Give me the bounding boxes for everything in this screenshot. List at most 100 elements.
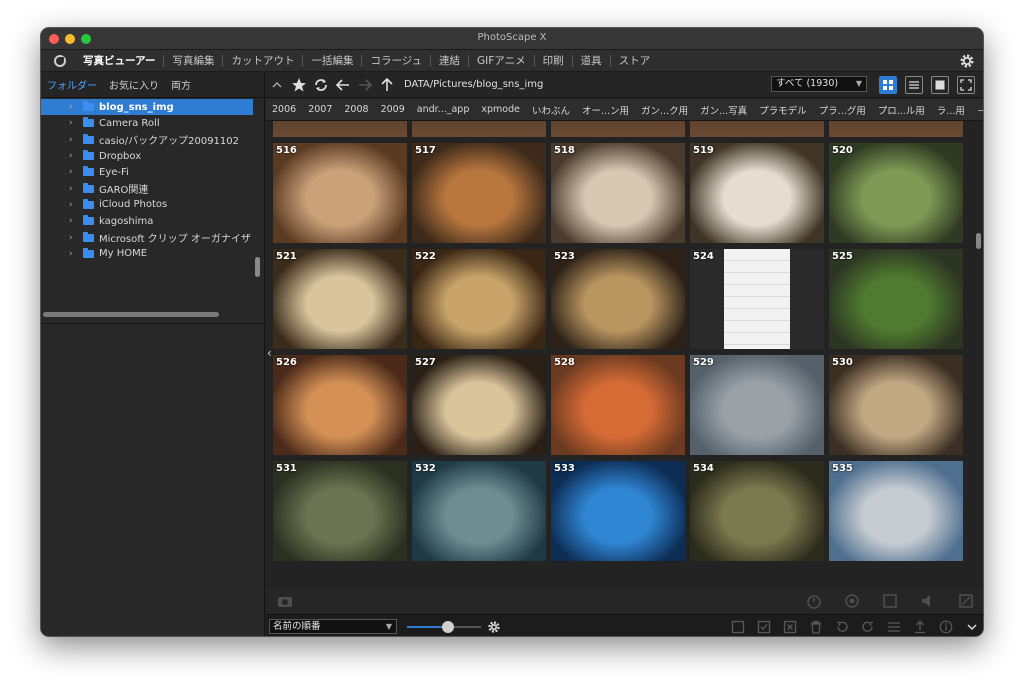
folder-tree-item[interactable]: › kagoshima: [41, 213, 265, 229]
subfolder-tab[interactable]: andr..._app: [411, 104, 476, 115]
forward-arrow-icon[interactable]: [354, 75, 376, 95]
thumbnail[interactable]: 522: [412, 249, 546, 349]
folder-tree-item[interactable]: › GARO関連: [41, 180, 265, 196]
grid-vertical-scrollbar[interactable]: [976, 233, 981, 249]
file-filter-dropdown[interactable]: すべて (1930) ▼: [771, 76, 867, 92]
thumbnail[interactable]: 524: [690, 249, 824, 349]
thumbnail[interactable]: 519: [690, 143, 824, 243]
collapse-sidebar-chevron-icon[interactable]: ‹: [267, 346, 272, 360]
thumbnail[interactable]: 530: [829, 355, 963, 455]
chevron-right-icon[interactable]: ›: [69, 102, 79, 112]
folder-tree-item[interactable]: › My HOME: [41, 246, 265, 262]
thumbnail[interactable]: 521: [273, 249, 407, 349]
subfolder-tab[interactable]: 2006: [266, 104, 302, 115]
subfolder-tab[interactable]: －: [971, 103, 983, 117]
camera-icon[interactable]: [276, 592, 294, 610]
sidebar-tab[interactable]: フォルダー: [41, 77, 103, 92]
thumbnail-partial[interactable]: [551, 121, 685, 137]
thumbnail[interactable]: 531: [273, 461, 407, 561]
menu-item[interactable]: GIFアニメ: [468, 54, 534, 67]
app-logo-icon[interactable]: [51, 52, 69, 70]
folder-tree-item[interactable]: › Eye-Fi: [41, 164, 265, 180]
subfolder-tab[interactable]: 2008: [338, 104, 374, 115]
subfolder-tab[interactable]: プロ...ル用: [872, 103, 931, 117]
rotate-left-icon[interactable]: [834, 619, 850, 635]
thumbnail-size-slider[interactable]: [407, 620, 481, 633]
folder-tree-item[interactable]: › iCloud Photos: [41, 197, 265, 213]
deselect-icon[interactable]: [782, 619, 798, 635]
favorite-star-icon[interactable]: [288, 75, 310, 95]
thumbnail[interactable]: 533: [551, 461, 685, 561]
chevron-right-icon[interactable]: ›: [69, 151, 79, 161]
chevron-right-icon[interactable]: ›: [69, 167, 79, 177]
thumbnail-partial[interactable]: [829, 121, 963, 137]
subfolder-tab[interactable]: プラモデル: [753, 103, 813, 117]
speaker-icon[interactable]: [919, 592, 937, 610]
menu-item[interactable]: 一括編集: [302, 54, 361, 67]
chevron-up-icon[interactable]: [266, 75, 288, 95]
thumbnail-settings-gear-icon[interactable]: [486, 619, 502, 635]
rotate-right-icon[interactable]: [860, 619, 876, 635]
back-arrow-icon[interactable]: [332, 75, 354, 95]
select-none-icon[interactable]: [730, 619, 746, 635]
subfolder-tab[interactable]: オー...ン用: [576, 103, 635, 117]
menu-item[interactable]: 道具: [571, 54, 610, 67]
image-frame-icon[interactable]: [881, 592, 899, 610]
refresh-icon[interactable]: [310, 75, 332, 95]
thumbnail[interactable]: 526: [273, 355, 407, 455]
folder-tree-item[interactable]: › casio/バックアップ20091102: [41, 132, 265, 148]
adjust-sliders-icon[interactable]: [886, 619, 902, 635]
thumbnail[interactable]: 520: [829, 143, 963, 243]
chevron-right-icon[interactable]: ›: [69, 184, 79, 194]
folder-tree-vertical-scrollbar[interactable]: [255, 257, 260, 277]
subfolder-tab[interactable]: 2007: [302, 104, 338, 115]
chevron-right-icon[interactable]: ›: [69, 200, 79, 210]
subfolder-tab[interactable]: いわぶん: [526, 103, 576, 117]
select-all-icon[interactable]: [756, 619, 772, 635]
subfolder-tab[interactable]: 2009: [375, 104, 411, 115]
chevron-right-icon[interactable]: ›: [69, 135, 79, 145]
menu-item[interactable]: カットアウト: [222, 54, 302, 67]
thumbnail[interactable]: 518: [551, 143, 685, 243]
folder-tree-item[interactable]: › blog_sns_img: [41, 99, 253, 116]
brush-icon[interactable]: [957, 592, 975, 610]
thumbnail[interactable]: 532: [412, 461, 546, 561]
trash-icon[interactable]: [808, 619, 824, 635]
share-upload-icon[interactable]: [912, 619, 928, 635]
settings-gear-icon[interactable]: [959, 53, 975, 69]
list-view-icon[interactable]: [905, 76, 923, 94]
folder-tree-horizontal-scrollbar[interactable]: [43, 312, 219, 317]
thumbnail[interactable]: 534: [690, 461, 824, 561]
menu-item[interactable]: コラージュ: [361, 54, 430, 67]
slider-knob[interactable]: [441, 620, 454, 633]
timer-icon[interactable]: [805, 592, 823, 610]
sort-order-dropdown[interactable]: 名前の順番 ▼: [269, 619, 397, 634]
subfolder-tab[interactable]: ラ...用: [931, 103, 971, 117]
chevron-right-icon[interactable]: ›: [69, 249, 79, 259]
menu-item[interactable]: 写真ビューアー: [75, 55, 163, 67]
menu-item[interactable]: 写真編集: [163, 54, 222, 67]
chevron-right-icon[interactable]: ›: [69, 233, 79, 243]
sidebar-tab[interactable]: 両方: [165, 77, 197, 92]
thumbnail[interactable]: 516: [273, 143, 407, 243]
menu-item[interactable]: ストア: [609, 54, 659, 67]
parent-folder-up-arrow-icon[interactable]: [376, 75, 398, 95]
thumbnail[interactable]: 528: [551, 355, 685, 455]
thumbnail-partial[interactable]: [690, 121, 824, 137]
thumbnail[interactable]: 527: [412, 355, 546, 455]
subfolder-tab[interactable]: ガン...ク用: [635, 103, 694, 117]
thumbnail[interactable]: 529: [690, 355, 824, 455]
expand-panel-chevron-icon[interactable]: [964, 619, 980, 635]
subfolder-tab[interactable]: プラ...グ用: [813, 103, 872, 117]
thumbnail[interactable]: 525: [829, 249, 963, 349]
aperture-icon[interactable]: [843, 592, 861, 610]
folder-tree-item[interactable]: › Dropbox: [41, 148, 265, 164]
sidebar-tab[interactable]: お気に入り: [103, 77, 165, 92]
thumbnail-partial[interactable]: [273, 121, 407, 137]
thumbnail[interactable]: 535: [829, 461, 963, 561]
thumbnail[interactable]: 517: [412, 143, 546, 243]
folder-tree-item[interactable]: › Microsoft クリップ オーガナイザ: [41, 229, 265, 245]
subfolder-tab[interactable]: ガン...写真: [694, 103, 753, 117]
chevron-right-icon[interactable]: ›: [69, 216, 79, 226]
info-icon[interactable]: [938, 619, 954, 635]
